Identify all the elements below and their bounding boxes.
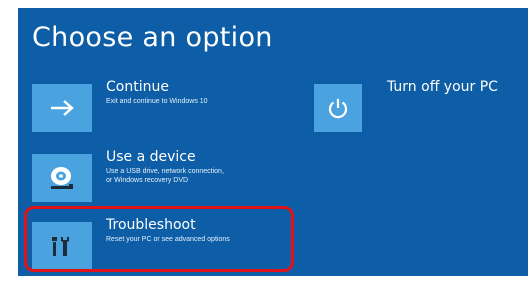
use-device-title: Use a device [106, 149, 196, 165]
use-device-description: Use a USB drive, network connection, or … [106, 168, 224, 184]
use-device-tile[interactable] [32, 154, 92, 202]
turn-off-option[interactable]: Turn off your PC [314, 79, 524, 132]
continue-option[interactable]: Continue Exit and continue to Windows 10 [32, 79, 242, 132]
use-device-option[interactable]: Use a device Use a USB drive, network co… [32, 149, 242, 202]
power-icon [328, 99, 348, 119]
turn-off-tile[interactable] [314, 84, 362, 132]
continue-title: Continue [106, 79, 169, 95]
recovery-screen: Choose an option Continue Exit and conti… [0, 0, 528, 291]
disc-drive-icon [51, 167, 73, 189]
arrow-right-icon [51, 100, 74, 116]
troubleshoot-highlight-box [24, 206, 294, 272]
turn-off-title: Turn off your PC [387, 79, 498, 95]
continue-description: Exit and continue to Windows 10 [106, 98, 208, 105]
continue-tile[interactable] [32, 84, 92, 132]
page-title: Choose an option [32, 22, 273, 53]
